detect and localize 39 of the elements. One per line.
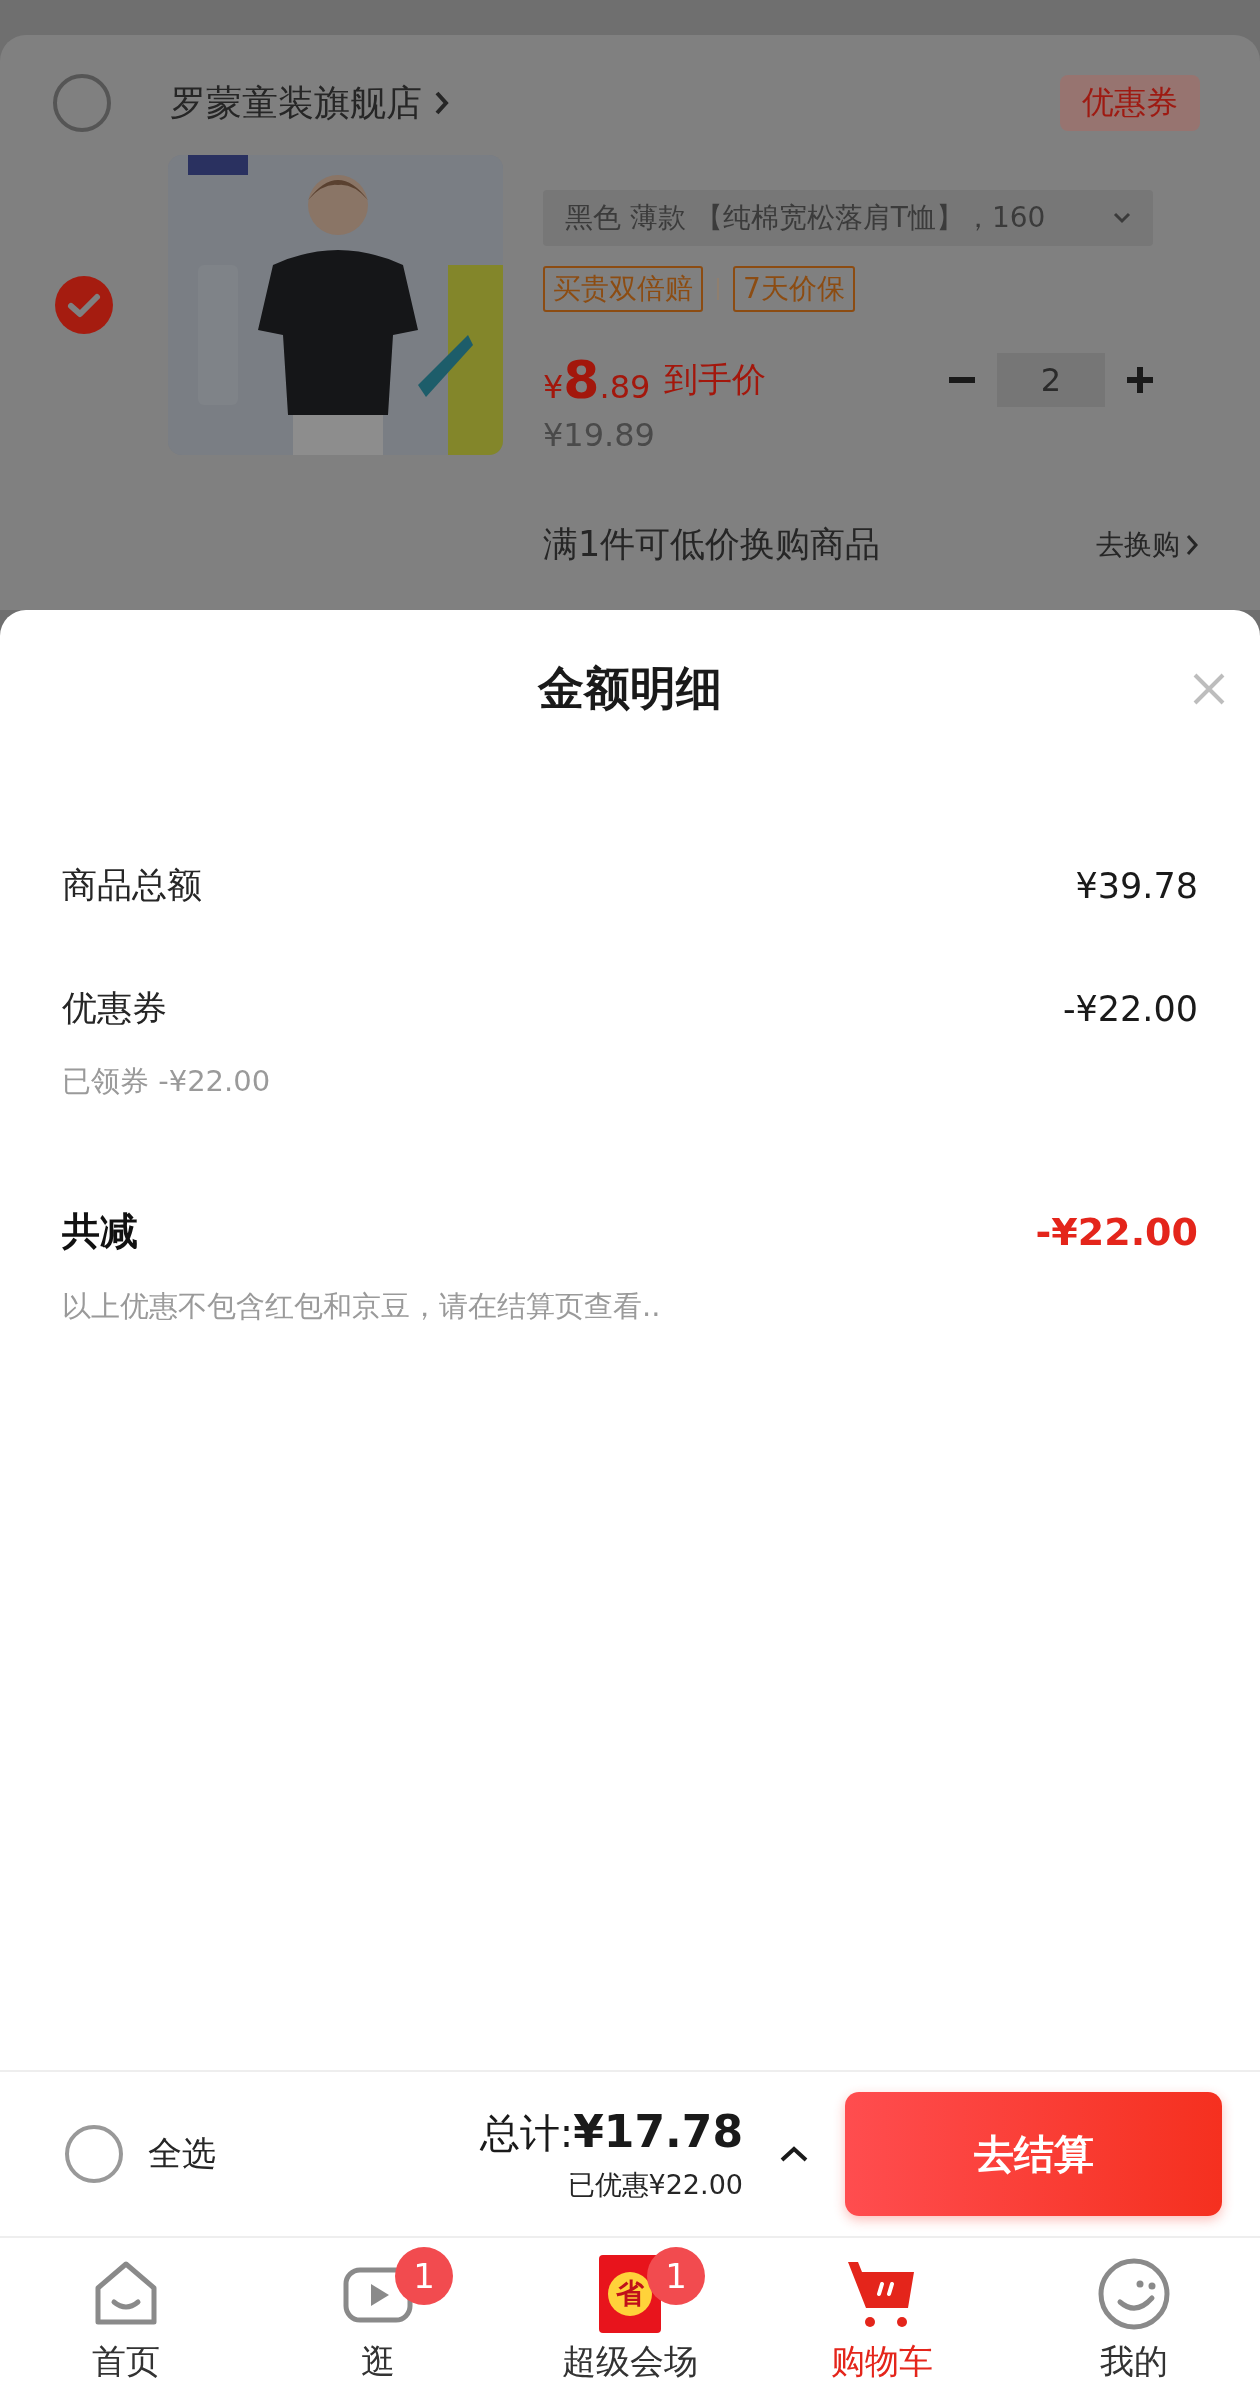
service-tag: 买贵双倍赔 [543,266,703,312]
quantity-field[interactable]: 2 [997,353,1105,407]
service-tag: 7天价保 [733,266,855,312]
plus-icon[interactable] [1127,367,1153,393]
count-badge: 1 [647,2246,705,2305]
close-icon[interactable] [1192,672,1226,706]
amount-note: 已领券 -¥22.00 [62,1063,272,1100]
caret-icon[interactable] [779,2145,809,2163]
total-discount-value: -¥22.00 [1035,1209,1198,1254]
tab[interactable]: 1 逛 [252,2238,504,2399]
total-price: 总计:¥17.78 [479,2105,743,2159]
sheet-title: 金额明细 [538,660,722,717]
tab[interactable]: 我的 [1008,2238,1260,2399]
amount-label: 商品总额 [62,864,202,907]
checkbox[interactable] [52,73,112,133]
tab[interactable]: 省 1 超级会场 [504,2238,756,2399]
minus-icon[interactable] [949,377,975,383]
tab[interactable]: 购物车 [756,2238,1008,2399]
promo-text: 满1件可低价换购商品 [543,523,881,566]
checkout-button[interactable]: 去结算 [845,2092,1222,2216]
amount-value: ¥39.78 [1075,865,1198,906]
variant-dropdown[interactable]: 黑色 薄款 【纯棉宽松落肩T恤】，160 [543,190,1153,246]
exchange-link[interactable]: 去换购 [1096,525,1198,564]
amount-value: -¥22.00 [1062,988,1198,1029]
tab[interactable]: 首页 [0,2238,252,2399]
amount-label: 优惠券 [62,987,167,1030]
total-discount-label: 共减 [62,1208,138,1255]
checked-checkbox[interactable] [54,275,114,335]
chevron-icon [434,90,450,116]
count-badge: 1 [395,2246,453,2305]
select-all-label[interactable]: 全选 [148,2131,216,2177]
amount-note: 以上优惠不包含红包和京豆，请在结算页查看.. [62,1288,662,1325]
chevron-icon [1113,212,1131,224]
store-name[interactable]: 罗蒙童装旗舰店 [170,78,422,128]
chevron-icon [1186,533,1198,556]
price: ¥8.89 [543,350,651,410]
checkbox[interactable] [64,2124,124,2184]
price-label: 到手价 [664,358,767,401]
saved-amount: 已优惠¥22.00 [567,2167,743,2202]
